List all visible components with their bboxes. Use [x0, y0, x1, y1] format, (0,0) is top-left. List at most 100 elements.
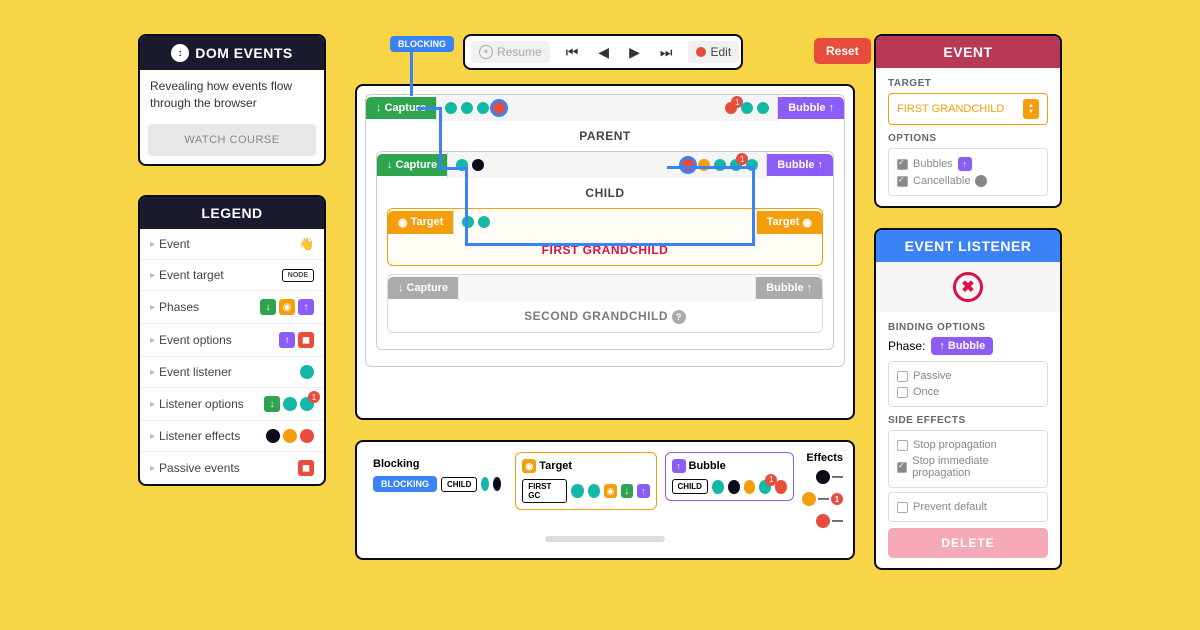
resume-button[interactable]: ⏸ Resume: [471, 41, 550, 63]
timeline-scrollbar[interactable]: [545, 536, 665, 542]
legend-item-passive-events[interactable]: ▸ Passive events ◼: [140, 451, 324, 484]
spinner-icon[interactable]: ▲▼: [1023, 99, 1039, 119]
target-icon: ◉: [522, 459, 536, 473]
target-label: TARGET: [888, 78, 1048, 89]
skip-forward-button[interactable]: ⏭: [652, 40, 681, 65]
watch-course-button[interactable]: WATCH COURSE: [148, 124, 316, 156]
listener-dot-icon: [283, 397, 297, 411]
dom-events-description: Revealing how events flow through the br…: [140, 70, 324, 120]
event-path: [752, 166, 755, 244]
first-grandchild-name: FIRST GRANDCHILD: [388, 235, 822, 265]
legend-item-event-options[interactable]: ▸ Event options ↑ ◼: [140, 323, 324, 356]
caret-icon: ▸: [150, 367, 155, 378]
capture-label: ↓ Capture: [377, 154, 447, 176]
listener-dot[interactable]: [472, 159, 484, 171]
options-label: OPTIONS: [888, 133, 1048, 144]
stop-propagation-option[interactable]: Stop propagation: [897, 437, 1039, 453]
caret-icon: ▸: [150, 399, 155, 410]
event-listener-panel: EVENT LISTENER ✖ BINDING OPTIONS Phase: …: [874, 228, 1062, 570]
help-icon[interactable]: ?: [672, 310, 686, 324]
caret-icon: ▸: [150, 239, 155, 250]
cancel-icon: [975, 175, 987, 187]
bubble-icon: ↑: [672, 459, 686, 473]
event-path: [410, 48, 413, 96]
timeline-dot: [744, 480, 756, 494]
once-option[interactable]: Once: [897, 384, 1039, 400]
bubble-icon: ↑: [637, 484, 649, 498]
listener-dot[interactable]: [445, 102, 457, 114]
playback-toolbar: ⏸ Resume ⏮ ◀ ▶ ⏭ Edit: [463, 34, 743, 70]
capture-icon: ↓: [621, 484, 633, 498]
event-path: [667, 166, 753, 169]
event-path: [465, 167, 468, 245]
reset-button[interactable]: Reset: [814, 38, 871, 64]
timeline-dot: [728, 480, 740, 494]
effect-dot-icon: [802, 492, 816, 506]
side-effects-label: SIDE EFFECTS: [888, 415, 1048, 426]
listener-dot[interactable]: [714, 159, 726, 171]
stop-immediate-option[interactable]: Stop immediate propagation: [897, 453, 1039, 481]
target-icon: ◉: [604, 484, 616, 498]
effect-dot-icon: [816, 514, 830, 528]
cancel-circle-icon: ✖: [953, 272, 983, 302]
bubble-label-disabled: Bubble ↑: [756, 277, 822, 299]
parent-node: ↓ Capture 1 Bubble ↑ PARENT ↓ Capture: [365, 94, 845, 367]
timeline-dot: [493, 477, 501, 491]
legend-item-listener-effects[interactable]: ▸ Listener effects: [140, 420, 324, 451]
listener-dot-icon: 1: [300, 397, 314, 411]
second-grandchild-name: SECOND GRANDCHILD ?: [388, 301, 822, 332]
event-path: [439, 167, 467, 170]
phase-badge[interactable]: ↑ Bubble: [931, 337, 993, 355]
event-panel: EVENT TARGET FIRST GRANDCHILD ▲▼ OPTIONS…: [874, 34, 1062, 208]
passive-option[interactable]: Passive: [897, 368, 1039, 384]
cancellable-option[interactable]: Cancellable: [897, 173, 1039, 189]
option-badge-icon: ◼: [298, 332, 314, 348]
timeline-dot: [481, 477, 489, 491]
prevent-default-option[interactable]: Prevent default: [897, 499, 1039, 515]
delete-button[interactable]: DELETE: [888, 528, 1048, 558]
dom-events-card: ↕ DOM EVENTS Revealing how events flow t…: [138, 34, 326, 166]
listener-dot-active[interactable]: [682, 159, 694, 171]
timeline-dot: [588, 484, 600, 498]
edit-button[interactable]: Edit: [688, 41, 739, 63]
prev-button[interactable]: ◀: [590, 40, 617, 65]
target-select[interactable]: FIRST GRANDCHILD ▲▼: [888, 93, 1048, 125]
timeline-dot: [775, 480, 787, 494]
event-path: [465, 243, 755, 246]
node-badge: NODE: [282, 269, 314, 282]
legend-item-event-target[interactable]: ▸ Event target NODE: [140, 259, 324, 290]
passive-badge-icon: ◼: [298, 460, 314, 476]
listener-dot[interactable]: [698, 159, 710, 171]
listener-dot[interactable]: [461, 102, 473, 114]
record-icon: [696, 47, 706, 57]
listener-dot-active[interactable]: [493, 102, 505, 114]
bubble-icon: ↑: [958, 157, 972, 171]
blocking-tag: BLOCKING: [390, 36, 454, 52]
listener-dot[interactable]: [478, 216, 490, 228]
listener-dot[interactable]: [757, 102, 769, 114]
timeline-effects: Effects — —1 —: [802, 452, 843, 528]
timeline-dot: [571, 484, 583, 498]
capture-label-disabled: ↓ Capture: [388, 277, 458, 299]
bubbles-option[interactable]: Bubbles ↑: [897, 155, 1039, 173]
caret-icon: ▸: [150, 270, 155, 281]
listener-dot[interactable]: 1: [725, 102, 737, 114]
skip-back-button[interactable]: ⏮: [558, 40, 587, 65]
listener-dot[interactable]: [477, 102, 489, 114]
timeline-node-child: CHILD: [441, 477, 477, 492]
effect-dot-icon: [816, 470, 830, 484]
option-badge-icon: ↑: [279, 332, 295, 348]
legend-item-listener-options[interactable]: ▸ Listener options ↓ 1: [140, 387, 324, 420]
first-grandchild-node: ◉ Target Target ◉ FIRST GRANDCHILD: [387, 208, 823, 266]
legend-item-event[interactable]: ▸ Event 👋: [140, 229, 324, 259]
child-name: CHILD: [377, 178, 833, 208]
event-path: [439, 107, 442, 167]
legend-item-phases[interactable]: ▸ Phases ↓ ◉ ↑: [140, 290, 324, 323]
legend-item-event-listener[interactable]: ▸ Event listener: [140, 356, 324, 387]
listener-dot[interactable]: [741, 102, 753, 114]
next-button[interactable]: ▶: [621, 40, 648, 65]
listener-dot[interactable]: 1: [730, 159, 742, 171]
updown-icon: ↕: [171, 44, 189, 62]
binding-options-label: BINDING OPTIONS: [888, 322, 1048, 333]
checkbox-icon: [897, 387, 908, 398]
